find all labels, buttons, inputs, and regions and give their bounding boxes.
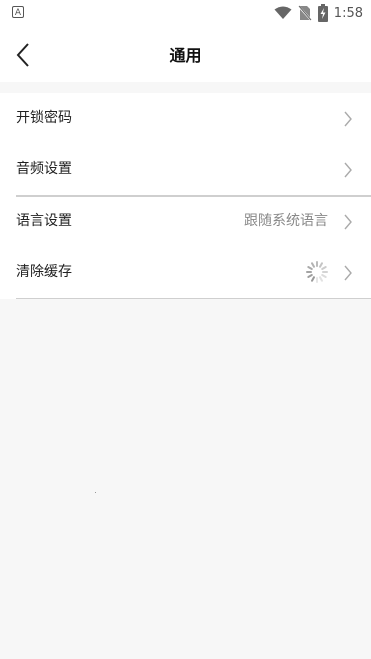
- settings-item-language[interactable]: 语言设置 跟随系统语言: [0, 196, 371, 247]
- language-value: 跟随系统语言: [244, 213, 328, 229]
- settings-item-clear-cache[interactable]: 清除缓存: [0, 247, 371, 298]
- status-icons: 1:58: [274, 4, 363, 22]
- page-title: 通用: [169, 46, 202, 65]
- divider: [16, 298, 371, 299]
- chevron-right-icon: [344, 265, 352, 281]
- no-sim-icon: [297, 5, 312, 21]
- clock: 1:58: [333, 5, 363, 21]
- settings-item-audio[interactable]: 音频设置: [0, 144, 371, 195]
- settings-group-security-audio: 开锁密码 音频设置: [0, 93, 371, 196]
- stray-pixel: [95, 492, 96, 493]
- chevron-right-icon: [344, 162, 352, 178]
- loading-spinner-icon: [306, 261, 328, 283]
- settings-screen: A 1:58 通用 开锁密码 音频设置 语言设置 跟随系统语言 清除缓存: [0, 0, 371, 659]
- settings-group-language-cache: 语言设置 跟随系统语言 清除缓存: [0, 196, 371, 299]
- notification-icon: A: [12, 6, 24, 18]
- chevron-right-icon: [344, 214, 352, 230]
- settings-item-label: 清除缓存: [16, 264, 72, 280]
- title-bar: 通用: [0, 26, 371, 82]
- settings-item-label: 音频设置: [16, 161, 72, 177]
- chevron-right-icon: [344, 111, 352, 127]
- settings-item-label: 语言设置: [16, 213, 72, 229]
- settings-item-label: 开锁密码: [16, 110, 72, 126]
- chevron-left-icon: [16, 43, 29, 67]
- wifi-icon: [274, 6, 292, 19]
- settings-item-unlock-password[interactable]: 开锁密码: [0, 93, 371, 144]
- divider: [16, 196, 371, 197]
- status-bar: A 1:58: [0, 0, 371, 26]
- battery-charging-icon: [317, 4, 328, 22]
- back-button[interactable]: [8, 40, 38, 70]
